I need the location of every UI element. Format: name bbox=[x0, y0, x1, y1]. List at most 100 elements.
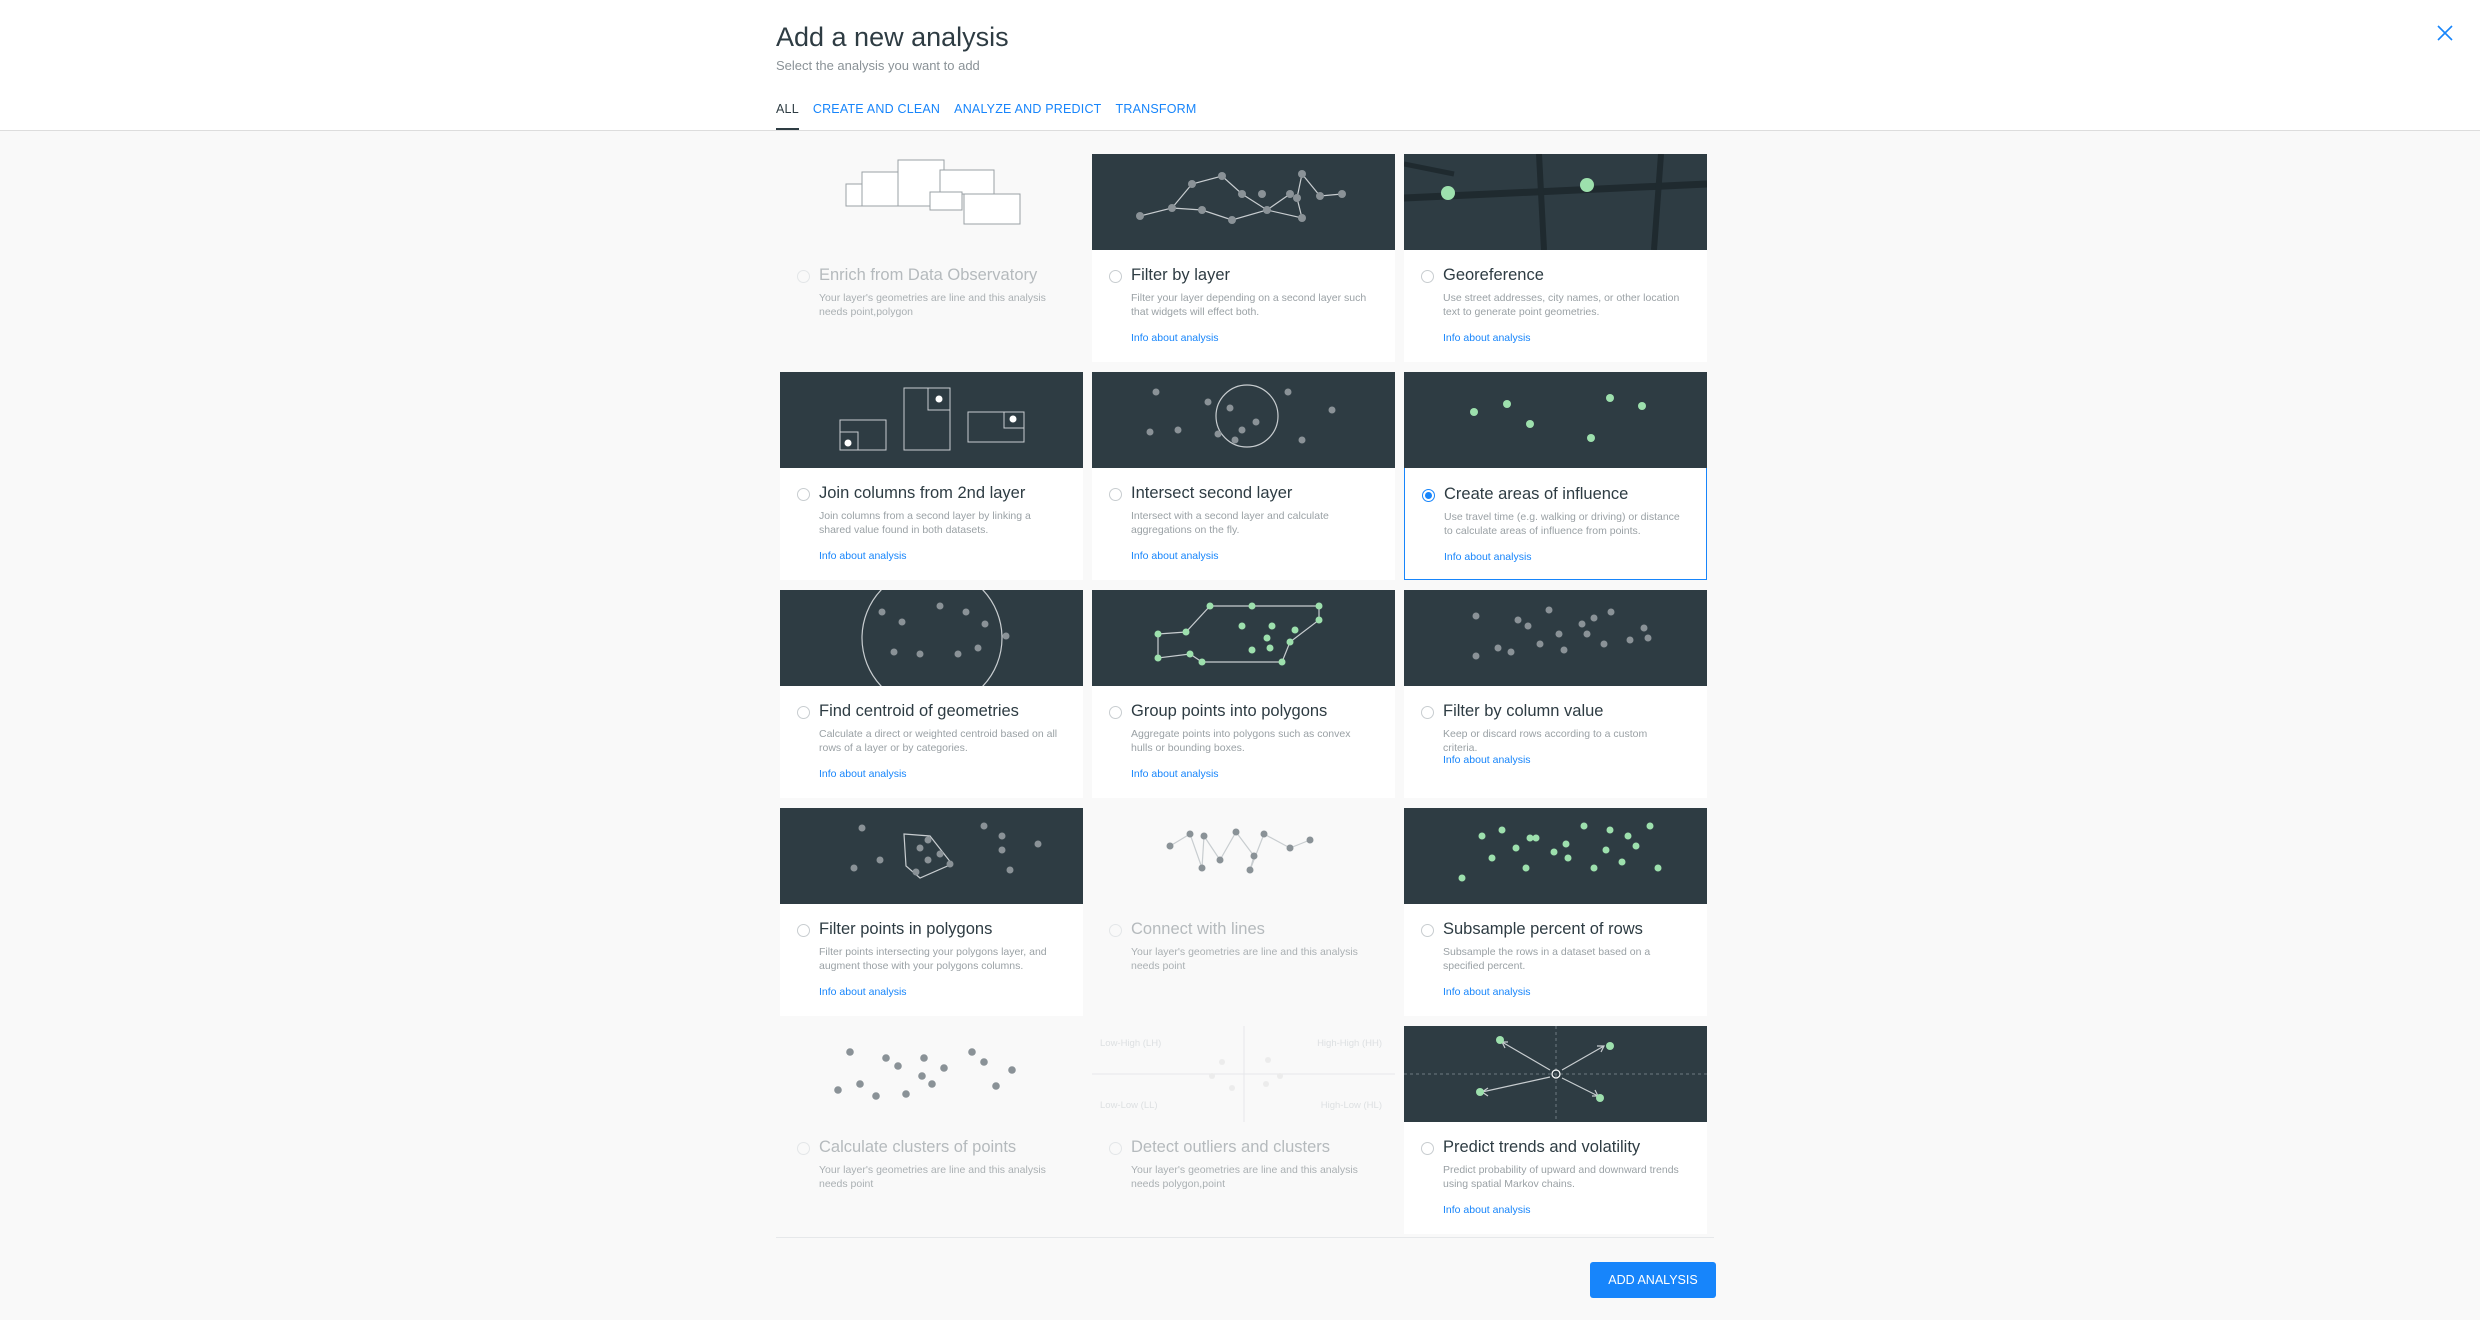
info-about-analysis-link[interactable]: Info about analysis bbox=[819, 768, 907, 780]
analysis-card: Connect with lines Your layer's geometrie… bbox=[1092, 808, 1395, 1016]
info-about-analysis-link[interactable]: Info about analysis bbox=[819, 550, 907, 562]
analysis-card[interactable]: Filter by layer Filter your layer dependi… bbox=[1092, 154, 1395, 362]
analysis-card-description: Your layer's geometries are line and thi… bbox=[819, 292, 1046, 318]
analysis-radio bbox=[797, 1142, 810, 1155]
analysis-card[interactable]: Intersect second layer Intersect with a s… bbox=[1092, 372, 1395, 580]
analysis-card-title: Detect outliers and clusters bbox=[1131, 1138, 1331, 1156]
tab-all[interactable]: ALL bbox=[776, 102, 799, 130]
info-about-analysis-link[interactable]: Info about analysis bbox=[1131, 332, 1219, 344]
group-points-illustration bbox=[1092, 590, 1395, 686]
tab-analyze-and-predict[interactable]: ANALYZE AND PREDICT bbox=[954, 102, 1101, 128]
info-about-analysis-link[interactable]: Info about analysis bbox=[1443, 1204, 1531, 1216]
filter-column-illustration bbox=[1404, 590, 1707, 686]
georeference-illustration bbox=[1404, 154, 1707, 250]
analysis-radio[interactable] bbox=[1421, 706, 1434, 719]
analysis-card[interactable]: Subsample percent of rows Subsample the r… bbox=[1404, 808, 1707, 1016]
close-icon[interactable] bbox=[2432, 20, 2458, 46]
analysis-card-description: Intersect with a second layer and calcul… bbox=[1131, 510, 1329, 536]
analysis-card-description: Filter points intersecting your polygons… bbox=[819, 946, 1047, 972]
analysis-card-description: Predict probability of upward and downwa… bbox=[1443, 1164, 1679, 1190]
clusters-illustration bbox=[780, 1026, 1083, 1122]
analysis-radio[interactable] bbox=[1421, 270, 1434, 283]
info-about-analysis-link[interactable]: Info about analysis bbox=[1443, 754, 1531, 766]
tab-bar: ALL CREATE AND CLEAN ANALYZE AND PREDICT… bbox=[776, 102, 1210, 130]
analysis-card-title: Intersect second layer bbox=[1131, 484, 1293, 502]
analysis-radio[interactable] bbox=[1109, 706, 1122, 719]
modal-header: Add a new analysis Select the analysis y… bbox=[0, 0, 2480, 131]
info-about-analysis-link[interactable]: Info about analysis bbox=[1443, 332, 1531, 344]
analysis-radio[interactable] bbox=[1109, 270, 1122, 283]
analysis-card-title: Find centroid of geometries bbox=[819, 702, 1019, 720]
analysis-radio[interactable] bbox=[1421, 924, 1434, 937]
tab-create-and-clean[interactable]: CREATE AND CLEAN bbox=[813, 102, 940, 128]
analysis-radio[interactable] bbox=[1421, 1142, 1434, 1155]
analysis-card-title: Filter points in polygons bbox=[819, 920, 993, 938]
info-about-analysis-link[interactable]: Info about analysis bbox=[819, 986, 907, 998]
analysis-card-title: Create areas of influence bbox=[1444, 485, 1629, 503]
outliers-label-hl: High-Low (HL) bbox=[1321, 1100, 1382, 1111]
analysis-card-title: Predict trends and volatility bbox=[1443, 1138, 1641, 1156]
analysis-card[interactable]: Group points into polygons Aggregate poin… bbox=[1092, 590, 1395, 798]
analysis-card-title: Georeference bbox=[1443, 266, 1544, 284]
analysis-card-description: Your layer's geometries are line and thi… bbox=[1131, 946, 1358, 972]
outliers-label-ll: Low-Low (LL) bbox=[1100, 1100, 1158, 1111]
filter-by-layer-illustration bbox=[1092, 154, 1395, 250]
page-subtitle: Select the analysis you want to add bbox=[776, 58, 980, 73]
analysis-card-description: Calculate a direct or weighted centroid … bbox=[819, 728, 1058, 754]
analysis-card[interactable]: Filter points in polygons Filter points i… bbox=[780, 808, 1083, 1016]
info-about-analysis-link[interactable]: Info about analysis bbox=[1131, 550, 1219, 562]
analysis-radio[interactable] bbox=[797, 924, 810, 937]
analysis-radio[interactable] bbox=[1109, 488, 1122, 501]
analysis-card-description: Aggregate points into polygons such as c… bbox=[1131, 728, 1351, 754]
analysis-card-description: Your layer's geometries are line and thi… bbox=[819, 1164, 1046, 1190]
analysis-card-description: Subsample the rows in a dataset based on… bbox=[1443, 946, 1651, 972]
page-title: Add a new analysis bbox=[776, 22, 1009, 52]
info-about-analysis-link[interactable]: Info about analysis bbox=[1444, 551, 1532, 563]
analysis-card-title: Calculate clusters of points bbox=[819, 1138, 1017, 1156]
areas-of-influence-illustration bbox=[1404, 372, 1707, 468]
analysis-card[interactable]: Filter by column value Keep or discard ro… bbox=[1404, 590, 1707, 798]
analysis-card-title: Group points into polygons bbox=[1131, 702, 1328, 720]
analysis-card-description: Your layer's geometries are line and thi… bbox=[1131, 1164, 1358, 1190]
intersect-illustration bbox=[1092, 372, 1395, 468]
subsample-illustration bbox=[1404, 808, 1707, 904]
analysis-card-description: Use street addresses, city names, or oth… bbox=[1443, 292, 1680, 318]
analysis-radio bbox=[1109, 924, 1122, 937]
info-about-analysis-link[interactable]: Info about analysis bbox=[1443, 986, 1531, 998]
analysis-card-description: Use travel time (e.g. walking or driving… bbox=[1444, 511, 1680, 537]
connect-lines-illustration bbox=[1092, 808, 1395, 904]
analysis-card-title: Filter by layer bbox=[1131, 266, 1231, 284]
analysis-card[interactable]: Find centroid of geometries Calculate a d… bbox=[780, 590, 1083, 798]
analysis-card-title: Connect with lines bbox=[1131, 920, 1265, 938]
analysis-card-description: Join columns from a second layer by link… bbox=[819, 510, 1031, 536]
enrich-illustration bbox=[780, 154, 1083, 250]
analysis-card-title: Subsample percent of rows bbox=[1443, 920, 1643, 938]
analysis-card: Low-High (LH) High-High (HH) Low-Low (LL… bbox=[1092, 1026, 1395, 1234]
add-analysis-button[interactable]: ADD ANALYSIS bbox=[1590, 1262, 1716, 1298]
analysis-card: Calculate clusters of points Your layer's… bbox=[780, 1026, 1083, 1234]
analysis-card-description: Filter your layer depending on a second … bbox=[1131, 292, 1367, 318]
analysis-card[interactable]: Georeference Use street addresses, city n… bbox=[1404, 154, 1707, 362]
analysis-card[interactable]: Create areas of influence Use travel time… bbox=[1404, 372, 1707, 580]
analysis-radio bbox=[1109, 1142, 1122, 1155]
analysis-radio[interactable] bbox=[797, 706, 810, 719]
footer-divider bbox=[776, 1237, 1714, 1238]
centroid-illustration bbox=[780, 590, 1083, 686]
outliers-label-hh: High-High (HH) bbox=[1317, 1038, 1382, 1049]
tab-transform[interactable]: TRANSFORM bbox=[1116, 102, 1197, 128]
info-about-analysis-link[interactable]: Info about analysis bbox=[1131, 768, 1219, 780]
outliers-label-lh: Low-High (LH) bbox=[1100, 1038, 1161, 1049]
outliers-illustration: Low-High (LH) High-High (HH) Low-Low (LL… bbox=[1092, 1026, 1395, 1122]
join-columns-illustration bbox=[780, 372, 1083, 468]
analysis-card[interactable]: Join columns from 2nd layer Join columns … bbox=[780, 372, 1083, 580]
analysis-radio[interactable] bbox=[1422, 489, 1435, 502]
filter-points-polygons-illustration bbox=[780, 808, 1083, 904]
analysis-radio bbox=[797, 270, 810, 283]
analysis-card[interactable]: Predict trends and volatility Predict pro… bbox=[1404, 1026, 1707, 1234]
analysis-radio[interactable] bbox=[797, 488, 810, 501]
analysis-card: Enrich from Data Observatory Your layer's… bbox=[780, 154, 1083, 362]
analysis-card-title: Filter by column value bbox=[1443, 702, 1604, 720]
analysis-card-title: Join columns from 2nd layer bbox=[819, 484, 1026, 502]
predict-trends-illustration bbox=[1404, 1026, 1707, 1122]
analysis-card-description: Keep or discard rows according to a cust… bbox=[1443, 728, 1648, 754]
